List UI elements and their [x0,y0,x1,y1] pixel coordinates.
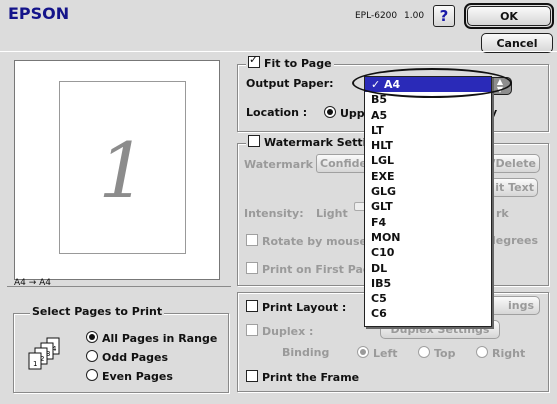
edit-text-button[interactable]: it Text [490,178,538,197]
menu-item-c6[interactable]: C6 [365,306,491,321]
binding-left-radio[interactable]: Left [357,346,398,360]
radio-odd-pages[interactable]: Odd Pages [86,350,168,364]
menu-item-a5[interactable]: A5 [365,108,491,123]
checkbox-label: Duplex : [262,325,314,338]
fit-to-page-checkbox[interactable]: Fit to Page [246,53,334,70]
output-paper-label: Output Paper: [246,77,334,90]
cancel-button[interactable]: Cancel [481,33,553,53]
radio-dot-icon [357,346,369,358]
checkbox-icon [246,370,258,382]
menu-item-ib5[interactable]: IB5 [365,276,491,291]
menu-item-hlt[interactable]: HLT [365,138,491,153]
radio-label: Top [434,347,456,360]
driver-version: 1.00 [404,11,425,21]
menu-item-c10[interactable]: C10 [365,245,491,260]
print-layout-checkbox[interactable]: Print Layout : [246,300,346,314]
ok-button[interactable]: OK [467,6,551,26]
page-preview: 1 [14,60,220,280]
checkbox-label: Fit to Page [264,57,332,70]
menu-item-f4[interactable]: F4 [365,215,491,230]
checkbox-label: Watermark Settin [264,136,375,149]
watermark-label: Watermark : [244,158,322,171]
intensity-label: Intensity: [244,207,304,220]
checkbox-label: Print the Frame [262,371,360,384]
watermark-select[interactable]: Confide [316,154,368,173]
radio-even-pages[interactable]: Even Pages [86,369,173,383]
radio-label: All Pages in Range [102,332,218,345]
printer-model: EPL-6200 [355,11,398,21]
checkbox-icon [246,234,258,246]
page-order-icon: 4 3 2 1 [27,336,71,370]
radio-label: Left [373,347,398,360]
menu-item-mon[interactable]: MON [365,230,491,245]
degrees-label: legrees [492,234,538,247]
paper-mapping: A4 → A4 [14,278,52,288]
binding-top-radio[interactable]: Top [418,346,455,360]
menu-item-lt[interactable]: LT [365,123,491,138]
first-page-checkbox[interactable]: Print on First Page [246,262,378,276]
menu-item-c5[interactable]: C5 [365,291,491,306]
menu-item-exe[interactable]: EXE [365,169,491,184]
location-label: Location : [246,106,308,119]
preview-page-number: 1 [98,126,147,215]
checkbox-icon [248,135,260,147]
duplex-checkbox[interactable]: Duplex : [246,324,313,338]
checkbox-label: Rotate by mouse [262,235,367,248]
radio-dot-icon [86,331,98,343]
checkbox-icon [248,53,260,68]
intensity-dark-label: rk [496,207,509,220]
help-button[interactable]: ? [433,5,455,27]
preview-sheet: 1 [59,81,186,254]
menu-item-dl[interactable]: DL [365,261,491,276]
radio-label: Odd Pages [102,351,168,364]
brand-logo: EPSON [8,4,70,23]
radio-dot-icon [86,369,98,381]
print-frame-checkbox[interactable]: Print the Frame [246,370,359,384]
intensity-light-label: Light [316,207,348,220]
radio-all-pages[interactable]: All Pages in Range [86,331,217,345]
layout-settings-button[interactable]: ings [484,296,540,315]
radio-dot-icon [324,106,336,118]
rotate-checkbox[interactable]: Rotate by mouse [246,234,367,248]
radio-label: Even Pages [102,370,173,383]
svg-text:1: 1 [33,360,37,368]
menu-item-glt[interactable]: GLT [365,199,491,214]
menu-item-glg[interactable]: GLG [365,184,491,199]
help-icon: ? [439,7,449,25]
highlight-ellipse [352,68,512,98]
add-delete-button[interactable]: y/Delete [484,154,540,173]
radio-dot-icon [418,346,430,358]
radio-label: Right [492,347,526,360]
checkbox-icon [246,324,258,336]
checkbox-label: Print on First Page [262,263,379,276]
select-pages-title: Select Pages to Print [30,305,165,318]
checkbox-label: Print Layout : [262,301,347,314]
checkbox-icon [246,300,258,312]
radio-dot-icon [86,350,98,362]
output-paper-menu[interactable]: ✓ A4 B5 A5 LT HLT LGL EXE GLG GLT F4 MON C10 DL IB5 C5… [364,76,492,327]
radio-dot-icon [476,346,488,358]
header-divider [0,51,557,52]
menu-item-lgl[interactable]: LGL [365,153,491,168]
checkbox-icon [246,262,258,274]
binding-label: Binding [282,346,330,359]
watermark-checkbox[interactable]: Watermark Settin [246,135,377,149]
binding-right-radio[interactable]: Right [476,346,525,360]
